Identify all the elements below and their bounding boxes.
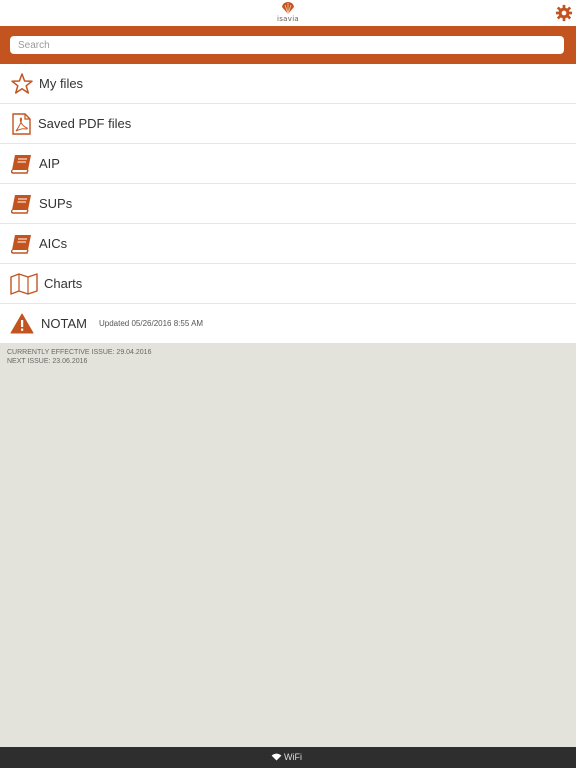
menu-item-aip[interactable]: AIP	[0, 144, 576, 184]
next-issue-text: NEXT ISSUE: 23.06.2016	[7, 358, 88, 365]
notam-updated-timestamp: Updated 05/26/2016 8:55 AM	[99, 319, 204, 328]
warning-icon	[10, 313, 34, 334]
book-icon	[10, 235, 31, 254]
menu-item-notam[interactable]: NOTAM Updated 05/26/2016 8:55 AM	[0, 304, 576, 343]
main-menu: My files Saved PDF files AIP SUPs AICs C…	[0, 64, 576, 343]
status-bar: WiFi	[0, 747, 576, 768]
search-input[interactable]	[10, 36, 564, 54]
wifi-label: WiFi	[284, 752, 302, 762]
menu-item-charts[interactable]: Charts	[0, 264, 576, 304]
menu-item-my-files[interactable]: My files	[0, 64, 576, 104]
wifi-icon	[271, 753, 282, 761]
menu-item-label: AIP	[39, 156, 60, 171]
search-bar	[0, 26, 576, 64]
menu-item-saved-pdf-files[interactable]: Saved PDF files	[0, 104, 576, 144]
logo-text: isavia	[276, 15, 300, 23]
menu-item-sups[interactable]: SUPs	[0, 184, 576, 224]
book-icon	[10, 195, 31, 214]
menu-item-label: My files	[39, 76, 84, 91]
star-icon	[11, 73, 33, 94]
top-bar: isavia	[0, 0, 576, 26]
current-issue-text: CURRENTLY EFFECTIVE ISSUE: 29.04.2016	[7, 349, 152, 356]
map-icon	[10, 273, 38, 295]
logo-shell-icon	[282, 2, 294, 15]
menu-item-label: AICs	[39, 236, 68, 251]
menu-item-label: Saved PDF files	[38, 116, 132, 131]
book-icon	[10, 155, 31, 174]
pdf-icon	[12, 113, 31, 135]
menu-item-aics[interactable]: AICs	[0, 224, 576, 264]
menu-item-label: Charts	[44, 276, 83, 291]
menu-item-label: NOTAM	[41, 316, 87, 331]
menu-item-label: SUPs	[39, 196, 73, 211]
gear-icon[interactable]	[555, 4, 573, 22]
isavia-logo: isavia	[270, 2, 306, 24]
